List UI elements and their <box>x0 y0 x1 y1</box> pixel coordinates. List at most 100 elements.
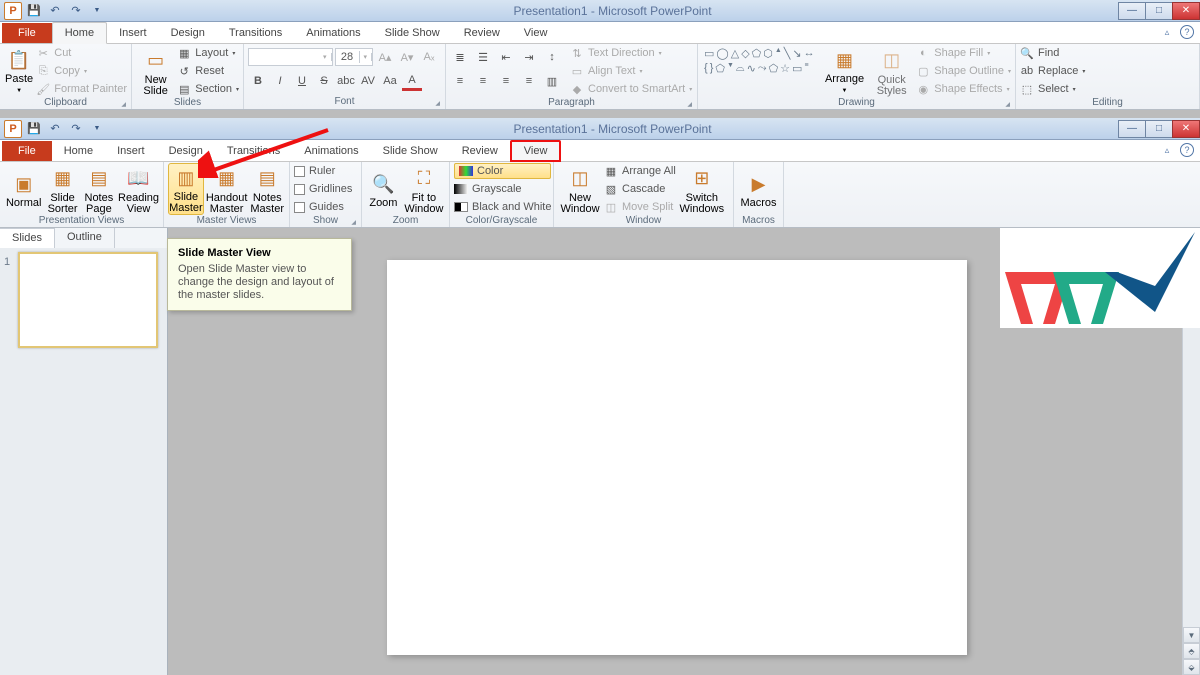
slide-master-button[interactable]: ▥Slide Master <box>168 163 204 215</box>
replace-button[interactable]: abReplace▾ <box>1020 63 1085 79</box>
tab-design[interactable]: Design <box>157 141 215 161</box>
undo-icon[interactable]: ↶ <box>46 120 64 138</box>
copy-button[interactable]: ⎘Copy▾ <box>36 63 127 79</box>
handout-master-button[interactable]: ▦Handout Master <box>206 163 248 215</box>
bw-button[interactable]: Black and White <box>454 199 551 215</box>
shapes-gallery[interactable]: ▭◯△◇⬠⬡▲ ╲↘↔{}⬠▼ ⌓∿⤳⬠☆▭≡ <box>702 45 820 77</box>
slide-sorter-button[interactable]: ▦Slide Sorter <box>45 163 79 215</box>
panel-tab-slides[interactable]: Slides <box>0 228 55 248</box>
qat-dropdown-icon[interactable]: ▼ <box>88 120 106 138</box>
slide-thumbnail[interactable]: 1 <box>0 248 167 352</box>
tab-slide-show[interactable]: Slide Show <box>371 141 450 161</box>
align-text-button[interactable]: ▭Align Text▾ <box>570 63 692 79</box>
align-right-icon[interactable]: ≡ <box>496 71 516 91</box>
tab-design[interactable]: Design <box>159 23 217 43</box>
notes-page-button[interactable]: ▤Notes Page <box>82 163 116 215</box>
redo-icon[interactable]: ↷ <box>67 2 85 20</box>
underline-button[interactable]: U <box>292 71 312 91</box>
switch-windows-button[interactable]: ⊞Switch Windows <box>678 163 726 215</box>
paste-button[interactable]: 📋 Paste ▼ <box>4 45 34 97</box>
ruler-checkbox[interactable]: Ruler <box>294 163 352 179</box>
tab-transitions[interactable]: Transitions <box>217 23 294 43</box>
convert-smartart-button[interactable]: ◆Convert to SmartArt▾ <box>570 81 692 97</box>
arrange-all-button[interactable]: ▦Arrange All <box>604 163 676 179</box>
align-left-icon[interactable]: ≡ <box>450 71 470 91</box>
notes-master-button[interactable]: ▤Notes Master <box>249 163 285 215</box>
tab-insert[interactable]: Insert <box>107 23 159 43</box>
minimize-ribbon-icon[interactable]: ▵ <box>1160 143 1174 157</box>
outdent-icon[interactable]: ⇤ <box>496 47 516 67</box>
help-icon[interactable]: ? <box>1180 25 1194 39</box>
minimize-ribbon-icon[interactable]: ▵ <box>1160 25 1174 39</box>
new-slide-button[interactable]: ▭ New Slide <box>136 45 175 97</box>
grow-font-icon[interactable]: A▴ <box>375 47 395 67</box>
minimize-button[interactable]: — <box>1118 2 1146 20</box>
save-icon[interactable]: 💾 <box>25 120 43 138</box>
cut-button[interactable]: ✂Cut <box>36 45 127 61</box>
strike-button[interactable]: S <box>314 71 334 91</box>
qat-dropdown-icon[interactable]: ▼ <box>88 2 106 20</box>
maximize-button[interactable]: □ <box>1145 2 1173 20</box>
find-button[interactable]: 🔍Find <box>1020 45 1085 61</box>
tab-home[interactable]: Home <box>52 141 105 161</box>
maximize-button[interactable]: □ <box>1145 120 1173 138</box>
prev-slide-icon[interactable]: ⬘ <box>1183 643 1200 659</box>
save-icon[interactable]: 💾 <box>25 2 43 20</box>
zoom-button[interactable]: 🔍Zoom <box>366 163 401 215</box>
align-center-icon[interactable]: ≡ <box>473 71 493 91</box>
panel-tab-outline[interactable]: Outline <box>55 228 115 248</box>
shadow-button[interactable]: abc <box>336 71 356 91</box>
shape-fill-button[interactable]: ◐Shape Fill▾ <box>916 45 1011 61</box>
macros-button[interactable]: ▶Macros <box>738 163 779 215</box>
close-button[interactable]: ✕ <box>1172 120 1200 138</box>
tab-view[interactable]: View <box>512 23 560 43</box>
move-split-button[interactable]: ◫Move Split <box>604 199 676 215</box>
arrange-button[interactable]: ▦Arrange▼ <box>822 45 867 97</box>
tab-file[interactable]: File <box>2 23 52 43</box>
tab-review[interactable]: Review <box>452 23 512 43</box>
slide-canvas[interactable] <box>387 260 967 655</box>
scroll-down-icon[interactable]: ▼ <box>1183 627 1200 643</box>
tab-view[interactable]: View <box>510 140 562 162</box>
font-family-combo[interactable]: ▾ <box>248 48 333 66</box>
italic-button[interactable]: I <box>270 71 290 91</box>
bullets-icon[interactable]: ≣ <box>450 47 470 67</box>
select-button[interactable]: ⬚Select▾ <box>1020 81 1085 97</box>
shape-outline-button[interactable]: ▢Shape Outline▾ <box>916 63 1011 79</box>
fit-window-button[interactable]: ⛶Fit to Window <box>403 163 445 215</box>
layout-button[interactable]: ▦Layout▾ <box>177 45 239 61</box>
minimize-button[interactable]: — <box>1118 120 1146 138</box>
guides-checkbox[interactable]: Guides <box>294 199 352 215</box>
case-button[interactable]: Aa <box>380 71 400 91</box>
columns-icon[interactable]: ▥ <box>542 71 562 91</box>
reset-button[interactable]: ↺Reset <box>177 63 239 79</box>
clear-format-icon[interactable]: Aₓ <box>419 47 439 67</box>
spacing-button[interactable]: AV <box>358 71 378 91</box>
font-size-combo[interactable]: 28▾ <box>335 48 374 66</box>
close-button[interactable]: ✕ <box>1172 2 1200 20</box>
cascade-button[interactable]: ▧Cascade <box>604 181 676 197</box>
reading-view-button[interactable]: 📖Reading View <box>118 163 159 215</box>
gridlines-checkbox[interactable]: Gridlines <box>294 181 352 197</box>
numbering-icon[interactable]: ☰ <box>473 47 493 67</box>
shape-effects-button[interactable]: ◉Shape Effects▾ <box>916 81 1011 97</box>
tab-transitions[interactable]: Transitions <box>215 141 292 161</box>
tab-review[interactable]: Review <box>450 141 510 161</box>
quick-styles-button[interactable]: ◫Quick Styles <box>869 45 914 97</box>
format-painter-button[interactable]: 🖌Format Painter <box>36 81 127 97</box>
next-slide-icon[interactable]: ⬙ <box>1183 659 1200 675</box>
redo-icon[interactable]: ↷ <box>67 120 85 138</box>
tab-animations[interactable]: Animations <box>294 23 372 43</box>
help-icon[interactable]: ? <box>1180 143 1194 157</box>
indent-icon[interactable]: ⇥ <box>519 47 539 67</box>
bold-button[interactable]: B <box>248 71 268 91</box>
tab-animations[interactable]: Animations <box>292 141 370 161</box>
color-button[interactable]: Color <box>454 163 551 179</box>
undo-icon[interactable]: ↶ <box>46 2 64 20</box>
font-color-button[interactable]: A <box>402 71 422 91</box>
tab-home[interactable]: Home <box>52 22 107 44</box>
tab-insert[interactable]: Insert <box>105 141 157 161</box>
tab-file[interactable]: File <box>2 141 52 161</box>
text-direction-button[interactable]: ⇅Text Direction▾ <box>570 45 692 61</box>
section-button[interactable]: ▤Section▾ <box>177 81 239 97</box>
